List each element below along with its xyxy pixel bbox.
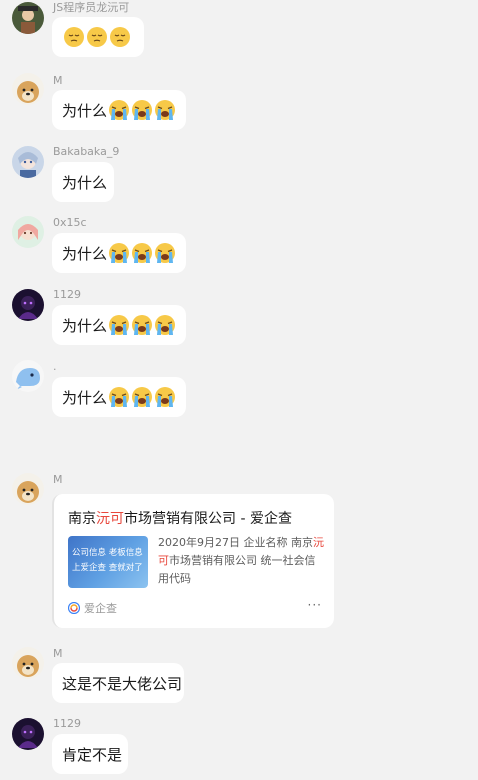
sender-name: M	[53, 647, 63, 660]
message-bubble[interactable]: 为什么	[52, 233, 186, 273]
avatar[interactable]	[12, 216, 44, 248]
loudly-crying-face-emoji	[131, 314, 153, 336]
sender-name: M	[53, 74, 63, 87]
message-text: 为什么	[62, 244, 108, 263]
avatar[interactable]	[12, 718, 44, 750]
message-text: 为什么	[62, 316, 108, 335]
message-bubble[interactable]: 为什么	[52, 162, 114, 202]
loudly-crying-face-emoji	[131, 242, 153, 264]
sender-name: Bakabaka_9	[53, 145, 120, 158]
loudly-crying-face-emoji	[154, 314, 176, 336]
avatar[interactable]	[12, 73, 44, 105]
message-bubble[interactable]: 这是不是大佬公司	[52, 663, 184, 703]
message-text: 为什么	[62, 101, 108, 120]
pensive-face-emoji	[86, 26, 108, 48]
message-bubble[interactable]: 肯定不是	[52, 734, 128, 774]
message-bubble[interactable]	[52, 17, 144, 57]
loudly-crying-face-emoji	[154, 99, 176, 121]
message-bubble[interactable]: 为什么	[52, 305, 186, 345]
loudly-crying-face-emoji	[108, 99, 130, 121]
link-thumbnail: 公司信息 老板信息 上爱企查 查就对了	[68, 536, 148, 588]
avatar[interactable]	[12, 647, 44, 679]
thumbnail-text: 公司信息 老板信息 上爱企查 查就对了	[72, 548, 143, 573]
loudly-crying-face-emoji	[108, 314, 130, 336]
pensive-face-emoji	[109, 26, 131, 48]
link-description: 2020年9月27日 企业名称 南京沅可市场营销有限公司 统一社会信用代码 91…	[158, 536, 324, 585]
sender-name: JS程序员龙沅可	[53, 1, 130, 14]
sender-name: .	[53, 360, 57, 373]
avatar[interactable]	[12, 2, 44, 34]
message-bubble[interactable]: 为什么	[52, 377, 186, 417]
message-text: 为什么	[62, 388, 108, 407]
sender-name: 0x15c	[53, 216, 87, 229]
pensive-face-emoji	[63, 26, 85, 48]
loudly-crying-face-emoji	[154, 386, 176, 408]
message-text: 为什么	[62, 173, 108, 192]
more-options-icon[interactable]: ···	[308, 598, 322, 612]
link-preview-card[interactable]: 南京沅可市场营销有限公司 - 爱企查 公司信息 老板信息 上爱企查 查就对了 2…	[52, 494, 334, 628]
message-bubble[interactable]: 为什么	[52, 90, 186, 130]
sender-name: M	[53, 473, 63, 486]
loudly-crying-face-emoji	[131, 386, 153, 408]
loudly-crying-face-emoji	[131, 99, 153, 121]
link-title[interactable]: 南京沅可市场营销有限公司 - 爱企查	[68, 508, 292, 528]
loudly-crying-face-emoji	[108, 386, 130, 408]
link-source: 爱企查 ···	[68, 598, 322, 616]
loudly-crying-face-emoji	[154, 242, 176, 264]
avatar[interactable]	[12, 473, 44, 505]
loudly-crying-face-emoji	[108, 242, 130, 264]
source-name: 爱企查	[84, 602, 117, 615]
aiqicha-logo-icon	[68, 602, 80, 614]
avatar[interactable]	[12, 146, 44, 178]
message-text: 这是不是大佬公司	[62, 674, 183, 693]
sender-name: 1129	[53, 717, 81, 730]
message-text: 肯定不是	[62, 745, 123, 764]
sender-name: 1129	[53, 288, 81, 301]
avatar[interactable]	[12, 360, 44, 392]
avatar[interactable]	[12, 289, 44, 321]
